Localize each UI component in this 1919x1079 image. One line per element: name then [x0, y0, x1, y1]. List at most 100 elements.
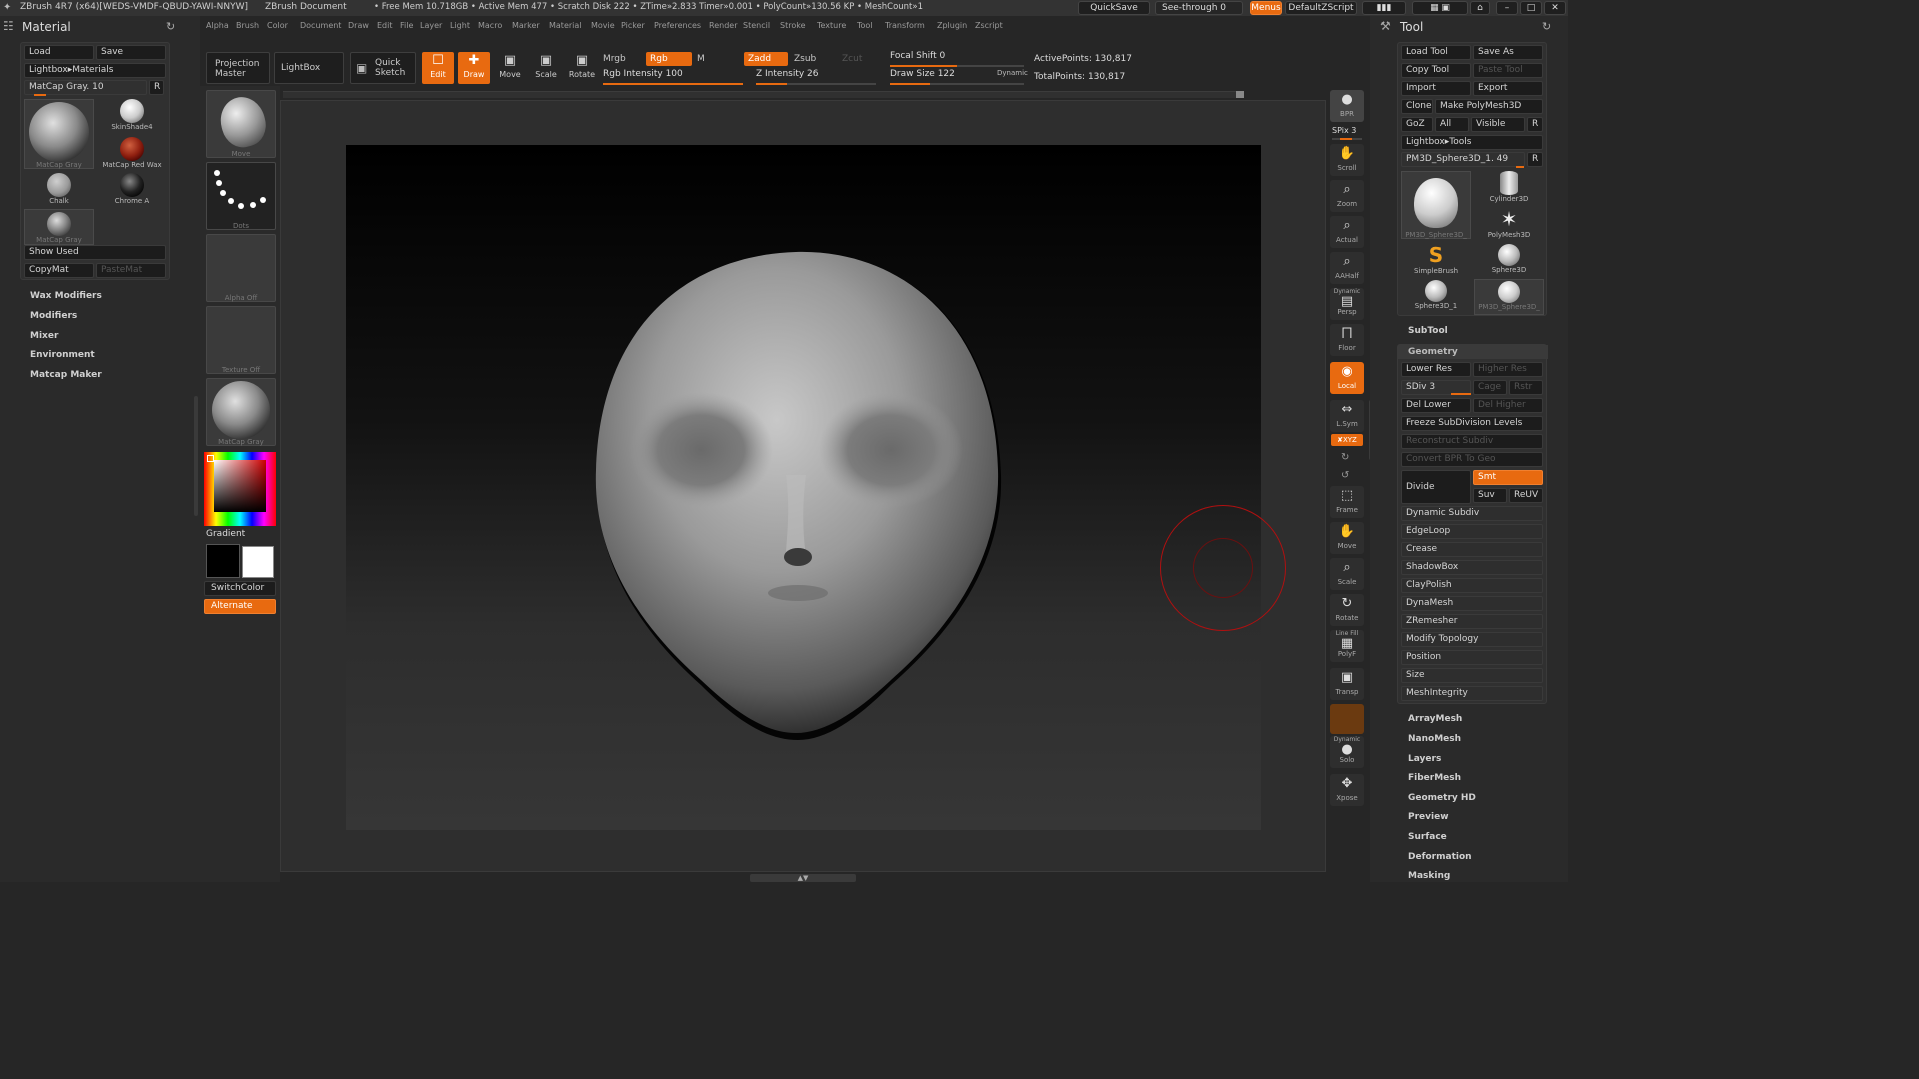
- material-thumb-chalk[interactable]: Chalk: [24, 173, 94, 209]
- divide-button[interactable]: Divide: [1401, 470, 1471, 504]
- lower-res-button[interactable]: Lower Res: [1401, 362, 1471, 377]
- menu-layer[interactable]: Layer: [420, 21, 442, 30]
- rotate-y-icon[interactable]: ↻: [1341, 452, 1349, 463]
- lightbox-materials-button[interactable]: Lightbox▸Materials: [24, 63, 166, 78]
- menu-zplugin[interactable]: Zplugin: [937, 21, 967, 30]
- menu-document[interactable]: Document: [300, 21, 341, 30]
- scale-view-button[interactable]: ⌕ Scale: [1330, 558, 1364, 590]
- xpose-button[interactable]: ✥ Xpose: [1330, 774, 1364, 806]
- section-wax-modifiers[interactable]: Wax Modifiers: [30, 291, 102, 301]
- dynamic-subdiv-section[interactable]: Dynamic Subdiv: [1401, 506, 1543, 521]
- default-zscript-button[interactable]: DefaultZScript: [1285, 1, 1357, 15]
- menu-material[interactable]: Material: [549, 21, 582, 30]
- menu-stencil[interactable]: Stencil: [743, 21, 770, 30]
- geometry-header[interactable]: Geometry: [1398, 345, 1548, 359]
- maximize-icon[interactable]: □: [1520, 1, 1542, 15]
- layout-buttons[interactable]: ▮▮▮: [1362, 1, 1406, 15]
- menu-preferences[interactable]: Preferences: [654, 21, 701, 30]
- projection-master-button[interactable]: Projection Master: [206, 52, 270, 84]
- z-intensity-slider[interactable]: Z Intensity 26: [756, 69, 876, 85]
- size-section[interactable]: Size: [1401, 668, 1543, 683]
- alternate-button[interactable]: Alternate: [204, 599, 276, 614]
- quick-sketch-button[interactable]: ▣ Quick Sketch: [350, 52, 416, 84]
- all-button[interactable]: All: [1435, 117, 1469, 132]
- tool-thumb-sphere3d[interactable]: Sphere3D: [1474, 243, 1544, 279]
- freeze-subdivision-button[interactable]: Freeze SubDivision Levels: [1401, 416, 1543, 431]
- quicksave-button[interactable]: QuickSave: [1078, 1, 1150, 15]
- convert-bpr-button[interactable]: Convert BPR To Geo: [1401, 452, 1543, 467]
- menu-draw[interactable]: Draw: [348, 21, 369, 30]
- rgb-intensity-slider[interactable]: Rgb Intensity 100: [603, 69, 743, 85]
- paste-tool-button[interactable]: Paste Tool: [1473, 63, 1543, 78]
- rstr-button[interactable]: Rstr: [1509, 380, 1543, 395]
- position-section[interactable]: Position: [1401, 650, 1543, 665]
- xyz-button[interactable]: ✘XYZ: [1331, 434, 1363, 446]
- alpha-slot[interactable]: Alpha Off: [206, 234, 276, 302]
- refresh-icon[interactable]: ↻: [166, 20, 175, 33]
- rotate-view-button[interactable]: ↻ Rotate: [1330, 594, 1364, 626]
- edgeloop-section[interactable]: EdgeLoop: [1401, 524, 1543, 539]
- bottom-tray-handle[interactable]: ▲▼: [750, 874, 856, 882]
- tool-thumb-cylinder3d[interactable]: Cylinder3D: [1474, 171, 1544, 207]
- texture-slot[interactable]: Texture Off: [206, 306, 276, 374]
- move-view-button[interactable]: ✋ Move: [1330, 522, 1364, 554]
- menu-tool[interactable]: Tool: [857, 21, 873, 30]
- refresh-icon[interactable]: ↻: [1542, 20, 1551, 33]
- menu-edit[interactable]: Edit: [377, 21, 393, 30]
- zsub-button[interactable]: Zsub: [794, 54, 816, 64]
- menu-stroke[interactable]: Stroke: [780, 21, 806, 30]
- ui-layout-icons[interactable]: ▦ ▣: [1412, 1, 1468, 15]
- reuv-button[interactable]: ReUV: [1509, 488, 1543, 503]
- color-picker[interactable]: [204, 452, 276, 526]
- import-button[interactable]: Import: [1401, 81, 1471, 96]
- clone-button[interactable]: Clone: [1401, 99, 1433, 114]
- tool-thumb-polymesh3d[interactable]: ✶ PolyMesh3D: [1474, 207, 1544, 243]
- section-environment[interactable]: Environment: [30, 350, 95, 360]
- section-deformation[interactable]: Deformation: [1408, 852, 1472, 862]
- show-used-button[interactable]: Show Used: [24, 245, 166, 260]
- menu-light[interactable]: Light: [450, 21, 470, 30]
- load-tool-button[interactable]: Load Tool: [1401, 45, 1471, 60]
- menu-macro[interactable]: Macro: [478, 21, 502, 30]
- left-tray-scrollbar[interactable]: [194, 396, 198, 516]
- material-thumb-red-wax[interactable]: MatCap Red Wax: [97, 137, 167, 173]
- zremesher-section[interactable]: ZRemesher: [1401, 614, 1543, 629]
- dynamesh-section[interactable]: DynaMesh: [1401, 596, 1543, 611]
- ruler-handle[interactable]: [1236, 91, 1244, 98]
- load-button[interactable]: Load: [24, 45, 94, 60]
- copymat-button[interactable]: CopyMat: [24, 263, 94, 278]
- tool-thumb-simplebrush[interactable]: S SimpleBrush: [1401, 243, 1471, 279]
- lsym-button[interactable]: ⇔ L.Sym: [1330, 400, 1364, 432]
- transp-button[interactable]: ▣ Transp: [1330, 668, 1364, 700]
- smt-button[interactable]: Smt: [1473, 470, 1543, 485]
- section-arraymesh[interactable]: ArrayMesh: [1408, 714, 1462, 724]
- section-layers[interactable]: Layers: [1408, 754, 1441, 764]
- section-geometry-hd[interactable]: Geometry HD: [1408, 793, 1476, 803]
- actual-button[interactable]: ⌕ Actual: [1330, 216, 1364, 248]
- matcap-slider[interactable]: MatCap Gray. 10: [24, 80, 147, 95]
- material-thumb-skinshade4[interactable]: SkinShade4: [97, 99, 167, 135]
- crease-section[interactable]: Crease: [1401, 542, 1543, 557]
- tool-grip-icon[interactable]: ⚒: [1380, 19, 1391, 33]
- visible-button[interactable]: Visible: [1471, 117, 1525, 132]
- local-button[interactable]: ◉ Local: [1330, 362, 1364, 394]
- focal-shift-slider[interactable]: Focal Shift 0: [890, 51, 1024, 67]
- menu-file[interactable]: File: [400, 21, 413, 30]
- ghost-button[interactable]: [1330, 704, 1364, 734]
- rotate-z-icon[interactable]: ↺: [1341, 470, 1349, 481]
- pastemat-button[interactable]: PasteMat: [96, 263, 166, 278]
- higher-res-button[interactable]: Higher Res: [1473, 362, 1543, 377]
- stroke-slot-dots[interactable]: Dots: [206, 162, 276, 230]
- scroll-button[interactable]: ✋ Scroll: [1330, 144, 1364, 176]
- draw-button[interactable]: ✚ Draw: [458, 52, 490, 84]
- panel-grip-icon[interactable]: ☷: [3, 19, 17, 33]
- dynamic-toggle[interactable]: Dynamic: [997, 69, 1028, 77]
- m-button[interactable]: M: [697, 54, 705, 64]
- r-button[interactable]: R: [1527, 117, 1543, 132]
- solo-button[interactable]: Dynamic ● Solo: [1330, 736, 1364, 768]
- meshintegrity-section[interactable]: MeshIntegrity: [1401, 686, 1543, 701]
- claypolish-section[interactable]: ClayPolish: [1401, 578, 1543, 593]
- menu-color[interactable]: Color: [267, 21, 288, 30]
- menu-brush[interactable]: Brush: [236, 21, 259, 30]
- del-higher-button[interactable]: Del Higher: [1473, 398, 1543, 413]
